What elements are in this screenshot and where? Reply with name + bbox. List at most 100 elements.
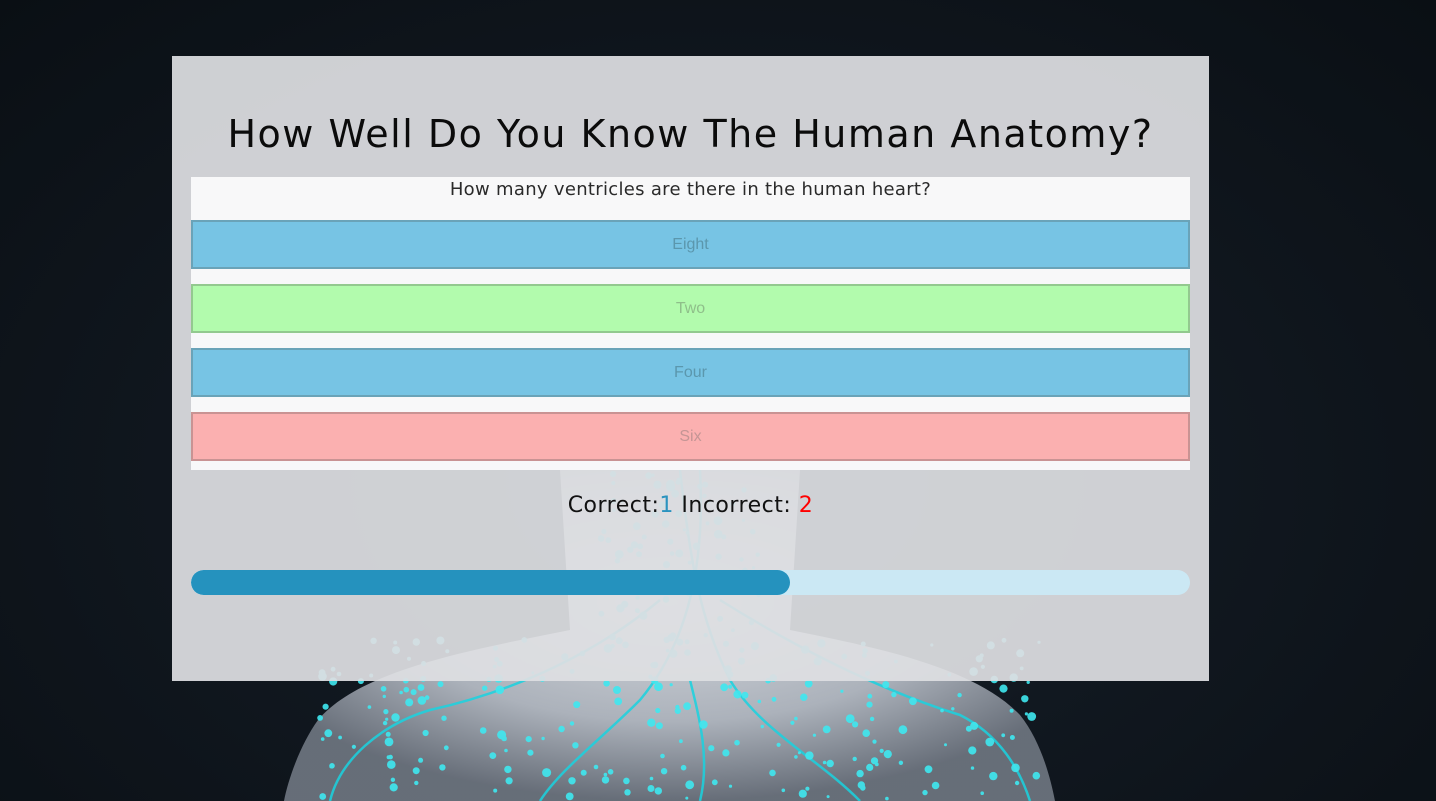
nerve-dot (607, 769, 614, 775)
nerve-dot (866, 763, 874, 772)
nerve-dot (685, 780, 695, 790)
nerve-dot (924, 765, 933, 774)
nerve-dot (728, 784, 733, 788)
nerve-dot (794, 755, 798, 759)
nerve-dot (1009, 708, 1014, 713)
nerve-dot (385, 717, 389, 721)
nerve-dot (410, 689, 417, 696)
nerve-dot (857, 781, 865, 789)
nerve-dot (869, 716, 875, 722)
nerve-dot (367, 705, 372, 709)
nerve-dot (324, 729, 333, 738)
nerve-dot (1027, 712, 1037, 721)
nerve-dot (495, 685, 505, 695)
nerve-dot (654, 787, 662, 795)
nerve-dot (542, 768, 552, 778)
nerve-dot (720, 683, 729, 692)
nerve-dot (1001, 733, 1006, 738)
nerve-dot (856, 769, 864, 778)
nerve-dot (568, 777, 576, 785)
nerve-dot (879, 748, 884, 754)
nerve-dot (885, 796, 889, 801)
nerve-dot (760, 724, 764, 729)
nerve-dot (437, 681, 444, 688)
nerve-dot (655, 707, 661, 714)
nerve-dot (317, 715, 323, 721)
nerve-dot (493, 788, 498, 793)
nerve-dot (669, 683, 673, 687)
nerve-dot (909, 697, 917, 706)
nerve-dot (970, 766, 975, 770)
nerve-dot (845, 714, 855, 724)
nerve-dot (482, 685, 488, 691)
nerve-dot (322, 703, 329, 710)
nerve-dot (399, 690, 403, 695)
nerve-dot (414, 780, 419, 786)
nerve-dot (931, 781, 940, 790)
nerve-dot (382, 694, 386, 699)
nerve-dot (840, 689, 844, 693)
incorrect-label: Incorrect: (681, 493, 792, 518)
nerve-dot (985, 737, 995, 747)
nerve-dot (572, 742, 579, 749)
nerve-dot (593, 764, 599, 770)
nerve-dot (708, 745, 715, 752)
nerve-dot (794, 716, 798, 721)
nerve-dot (439, 764, 446, 771)
answer-button-four[interactable]: Four (191, 348, 1190, 397)
nerve-dot (418, 757, 424, 763)
nerve-dot (569, 721, 575, 726)
answer-button-two[interactable]: Two (191, 284, 1190, 333)
nerve-dot (580, 769, 587, 776)
nerve-dot (382, 720, 388, 726)
question-box: How many ventricles are there in the hum… (191, 177, 1190, 470)
nerve-dot (940, 708, 944, 713)
nerve-dot (882, 681, 890, 689)
answer-button-eight[interactable]: Eight (191, 220, 1190, 269)
nerve-dot (424, 695, 430, 700)
nerve-dot (390, 777, 396, 782)
nerve-dot (1026, 680, 1030, 684)
nerve-dot (380, 686, 387, 692)
quiz-panel: How Well Do You Know The Human Anatomy? … (172, 56, 1209, 681)
nerve-dot (338, 735, 342, 740)
nerve-dot (319, 793, 327, 800)
correct-count: 1 (659, 493, 674, 518)
nerve-dot (999, 684, 1008, 693)
incorrect-count: 2 (798, 493, 814, 518)
nerve-dot (504, 748, 508, 753)
nerve-dot (422, 729, 429, 737)
nerve-dot (655, 722, 663, 730)
answer-button-six[interactable]: Six (191, 412, 1190, 461)
nerve-dot (826, 795, 830, 799)
nerve-dot (812, 733, 817, 737)
nerve-dot (403, 686, 410, 693)
nerve-dot (320, 737, 325, 741)
nerve-dot (862, 729, 870, 737)
nerve-dot (797, 751, 801, 755)
nerve-dot (565, 792, 574, 801)
nerve-dot (601, 776, 610, 784)
nerve-dot (417, 684, 425, 691)
nerve-dot (614, 697, 623, 706)
nerve-dot (805, 751, 814, 760)
nerve-dot (1014, 780, 1020, 786)
nerve-dot (385, 731, 391, 737)
nerve-dot (733, 690, 742, 699)
nerve-dot (734, 739, 740, 746)
nerve-dot (852, 721, 859, 728)
nerve-dot (647, 718, 656, 727)
nerve-dot (489, 752, 497, 759)
nerve-dot (660, 753, 665, 759)
nerve-dot (922, 789, 928, 796)
nerve-dot (699, 720, 708, 729)
nerve-dot (798, 789, 807, 798)
nerve-dot (388, 754, 393, 760)
nerve-dot (781, 788, 786, 793)
nerve-dot (527, 749, 534, 756)
nerve-dot (351, 744, 356, 749)
nerve-dot (822, 760, 827, 765)
nerve-dot (711, 779, 718, 786)
nerve-dot (790, 720, 795, 725)
nerve-dot (989, 771, 998, 781)
